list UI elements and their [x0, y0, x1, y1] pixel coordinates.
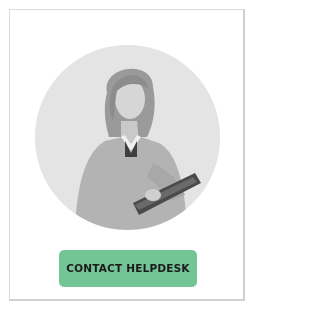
support-agent-photo	[35, 45, 220, 230]
helpdesk-card: CONTACT HELPDESK	[9, 9, 245, 301]
contact-helpdesk-button[interactable]: CONTACT HELPDESK	[59, 250, 197, 287]
